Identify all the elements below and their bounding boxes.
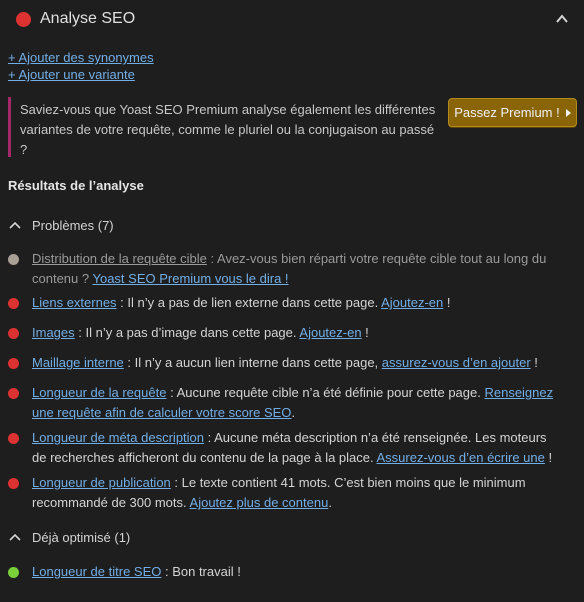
list-item: Longueur de méta description : Aucune mé… bbox=[8, 428, 563, 468]
caret-right-icon bbox=[565, 108, 571, 117]
problem-action-link[interactable]: Ajoutez-en bbox=[299, 325, 361, 340]
go-premium-button[interactable]: Passez Premium ! bbox=[448, 98, 577, 127]
chevron-up-icon bbox=[9, 221, 21, 229]
problem-action-link[interactable]: Assurez-vous d’en écrire une bbox=[377, 450, 545, 465]
go-premium-label: Passez Premium ! bbox=[454, 105, 560, 120]
red-bullet-icon bbox=[8, 298, 19, 309]
problem-link[interactable]: Longueur de publication bbox=[32, 475, 171, 490]
problem-action-link[interactable]: Ajoutez-en bbox=[381, 295, 443, 310]
green-bullet-icon bbox=[8, 567, 19, 578]
premium-upsell: Saviez-vous que Yoast SEO Premium analys… bbox=[8, 97, 577, 157]
problem-link[interactable]: Liens externes bbox=[32, 295, 117, 310]
problem-link[interactable]: Longueur de méta description bbox=[32, 430, 204, 445]
red-bullet-icon bbox=[8, 388, 19, 399]
problem-text: : Il n’y a pas d’image dans cette page. bbox=[74, 325, 300, 340]
red-bullet-icon bbox=[8, 433, 19, 444]
list-item: Longueur de la requête : Aucune requête … bbox=[8, 383, 563, 423]
list-item: Longueur de titre SEO : Bon travail ! bbox=[8, 562, 563, 582]
list-item: Liens externes : Il n’y a pas de lien ex… bbox=[8, 293, 563, 313]
gray-bullet-icon bbox=[8, 254, 19, 265]
good-text: : Bon travail ! bbox=[161, 564, 241, 579]
add-variant-link[interactable]: + Ajouter une variante bbox=[8, 67, 135, 82]
red-bullet-icon bbox=[8, 328, 19, 339]
good-link[interactable]: Longueur de titre SEO bbox=[32, 564, 161, 579]
problem-action-link[interactable]: assurez-vous d’en ajouter bbox=[382, 355, 531, 370]
problem-link[interactable]: Images bbox=[32, 325, 75, 340]
list-item: Images : Il n’y a pas d’image dans cette… bbox=[8, 323, 563, 343]
results-heading: Résultats de l’analyse bbox=[8, 178, 144, 193]
problem-text: : Il n’y a pas de lien externe dans cett… bbox=[116, 295, 382, 310]
optimized-label: Déjà optimisé (1) bbox=[32, 529, 131, 545]
upsell-text: Saviez-vous que Yoast SEO Premium analys… bbox=[20, 102, 436, 157]
list-item: Longueur de publication : Le texte conti… bbox=[8, 473, 563, 513]
problem-link[interactable]: Maillage interne bbox=[32, 355, 124, 370]
score-red-dot-icon bbox=[16, 12, 31, 27]
problem-action-link[interactable]: Yoast SEO Premium vous le dira ! bbox=[92, 271, 288, 286]
optimized-toggle[interactable]: Déjà optimisé (1) bbox=[8, 527, 130, 547]
add-synonyms-link[interactable]: + Ajouter des synonymes bbox=[8, 50, 154, 65]
chevron-up-icon bbox=[9, 533, 21, 541]
problem-action-link[interactable]: Ajoutez plus de contenu bbox=[190, 495, 329, 510]
problem-link[interactable]: Longueur de la requête bbox=[32, 385, 166, 400]
seo-analysis-header[interactable]: Analyse SEO bbox=[0, 0, 584, 40]
panel-title: Analyse SEO bbox=[40, 10, 136, 27]
red-bullet-icon bbox=[8, 478, 19, 489]
chevron-up-icon[interactable] bbox=[555, 12, 569, 26]
problem-text: : Il n’y a aucun lien interne dans cette… bbox=[123, 355, 382, 370]
problem-text: : Aucune requête cible n’a été définie p… bbox=[166, 385, 485, 400]
list-item: Distribution de la requête cible : Avez-… bbox=[8, 249, 563, 289]
red-bullet-icon bbox=[8, 358, 19, 369]
list-item: Maillage interne : Il n’y a aucun lien i… bbox=[8, 353, 563, 373]
problems-toggle[interactable]: Problèmes (7) bbox=[8, 215, 114, 235]
problem-link[interactable]: Distribution de la requête cible bbox=[32, 251, 207, 266]
problems-label: Problèmes (7) bbox=[32, 217, 114, 233]
seo-analysis-panel: Analyse SEO + Ajouter des synonymes + Aj… bbox=[0, 0, 584, 602]
